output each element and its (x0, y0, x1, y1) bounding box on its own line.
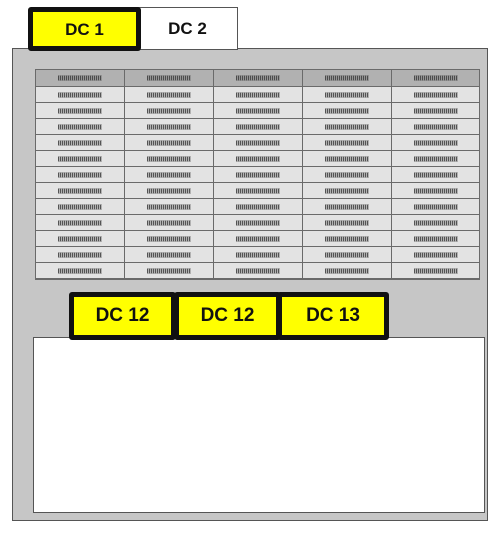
table-cell[interactable] (214, 167, 303, 183)
tab-dc-1[interactable]: DC 1 (28, 7, 141, 51)
table-cell[interactable] (303, 183, 392, 199)
table-cell[interactable] (125, 183, 214, 199)
table-cell[interactable] (125, 199, 214, 215)
table-header-cell (214, 70, 303, 87)
table-cell[interactable] (125, 87, 214, 103)
table-cell[interactable] (392, 247, 479, 263)
table-cell[interactable] (125, 119, 214, 135)
table-cell[interactable] (36, 119, 125, 135)
table-cell[interactable] (214, 87, 303, 103)
inner-tab-dc-12-second[interactable]: DC 12 (174, 292, 281, 340)
table-cell[interactable] (125, 167, 214, 183)
table-cell[interactable] (214, 183, 303, 199)
table-cell[interactable] (36, 151, 125, 167)
table-cell[interactable] (214, 119, 303, 135)
table-cell[interactable] (125, 151, 214, 167)
table-cell[interactable] (392, 215, 479, 231)
tab-panel-dc-1: DC 12 DC 12 DC 13 (12, 48, 488, 521)
table-cell[interactable] (392, 231, 479, 247)
table-cell[interactable] (303, 103, 392, 119)
table-cell[interactable] (303, 247, 392, 263)
table-header-cell (36, 70, 125, 87)
table-cell[interactable] (392, 183, 479, 199)
table-cell[interactable] (36, 247, 125, 263)
table-cell[interactable] (36, 135, 125, 151)
inner-tab-dc-13[interactable]: DC 13 (277, 292, 389, 340)
table-header-cell (125, 70, 214, 87)
table-cell[interactable] (36, 87, 125, 103)
table-cell[interactable] (36, 183, 125, 199)
inner-tab-dc-12-first-label: DC 12 (95, 305, 150, 326)
table-cell[interactable] (303, 119, 392, 135)
table-cell[interactable] (392, 263, 479, 279)
table-cell[interactable] (36, 199, 125, 215)
table-cell[interactable] (125, 247, 214, 263)
table-cell[interactable] (303, 199, 392, 215)
table-cell[interactable] (392, 199, 479, 215)
table-cell[interactable] (125, 263, 214, 279)
table-cell[interactable] (303, 167, 392, 183)
table-cell[interactable] (36, 263, 125, 279)
tab-dc-2[interactable]: DC 2 (137, 7, 238, 50)
table-cell[interactable] (214, 103, 303, 119)
table-cell[interactable] (125, 103, 214, 119)
inner-tab-content-panel (33, 337, 485, 513)
table-cell[interactable] (392, 151, 479, 167)
table-cell[interactable] (214, 151, 303, 167)
inner-tab-dc-12-first[interactable]: DC 12 (69, 292, 176, 340)
tab-dc-2-label: DC 2 (168, 19, 207, 38)
table-cell[interactable] (303, 135, 392, 151)
table-cell[interactable] (214, 247, 303, 263)
inner-tab-dc-13-label: DC 13 (306, 305, 360, 326)
table-cell[interactable] (392, 103, 479, 119)
table-cell[interactable] (303, 87, 392, 103)
table-cell[interactable] (303, 263, 392, 279)
table-cell[interactable] (214, 263, 303, 279)
table-cell[interactable] (214, 215, 303, 231)
table-cell[interactable] (303, 231, 392, 247)
table-cell[interactable] (36, 103, 125, 119)
table-cell[interactable] (36, 231, 125, 247)
table-header-cell (392, 70, 479, 87)
inner-tab-dc-12-second-label: DC 12 (200, 305, 255, 326)
table-cell[interactable] (214, 199, 303, 215)
table-cell[interactable] (392, 135, 479, 151)
tab-dc-1-label: DC 1 (65, 19, 104, 39)
table-cell[interactable] (125, 135, 214, 151)
table-cell[interactable] (392, 87, 479, 103)
table-cell[interactable] (214, 231, 303, 247)
table-cell[interactable] (36, 167, 125, 183)
data-table (35, 69, 480, 280)
table-cell[interactable] (392, 119, 479, 135)
table-cell[interactable] (125, 215, 214, 231)
table-cell[interactable] (36, 215, 125, 231)
table-cell[interactable] (214, 135, 303, 151)
data-table-grid (36, 70, 479, 279)
table-cell[interactable] (303, 151, 392, 167)
table-cell[interactable] (303, 215, 392, 231)
table-cell[interactable] (125, 231, 214, 247)
table-cell[interactable] (392, 167, 479, 183)
table-header-cell (303, 70, 392, 87)
